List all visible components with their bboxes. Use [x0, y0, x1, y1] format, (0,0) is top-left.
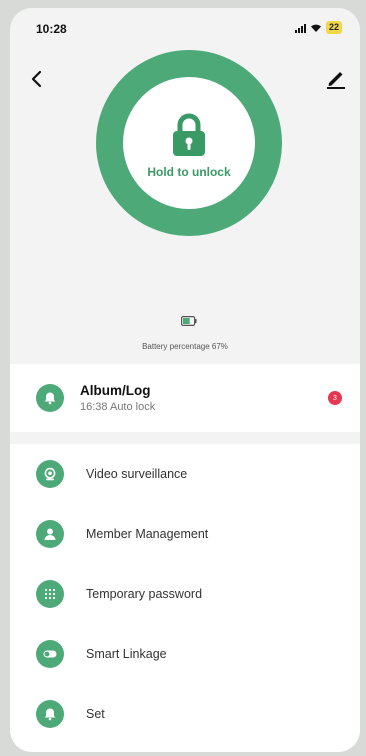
album-log-card: Album/Log 16:38 Auto lock 3	[10, 364, 360, 432]
battery-icon	[181, 316, 197, 326]
album-log-row[interactable]: Album/Log 16:38 Auto lock 3	[10, 364, 360, 432]
status-battery-badge: 22	[325, 21, 342, 34]
album-title: Album/Log	[80, 383, 151, 398]
menu-label: Set	[86, 707, 105, 721]
album-text: Album/Log 16:38 Auto lock	[80, 383, 155, 413]
status-icons: 22	[294, 21, 342, 34]
edit-pen-icon[interactable]	[324, 66, 348, 90]
menu-item-smart-linkage[interactable]: Smart Linkage	[10, 624, 360, 684]
status-time: 10:28	[36, 22, 67, 36]
menu-item-set[interactable]: Set	[10, 684, 360, 744]
bell-icon	[36, 700, 64, 728]
unlock-label: Hold to unlock	[147, 165, 231, 179]
menu-label: Member Management	[86, 527, 209, 541]
lock-ring-inner: Hold to unlock	[123, 77, 255, 209]
hold-to-unlock-button[interactable]: Hold to unlock	[123, 77, 255, 209]
lock-area: Hold to unlock Battery percentage 67%	[10, 50, 360, 364]
menu-item-member-management[interactable]: Member Management	[10, 504, 360, 564]
lock-ring: Hold to unlock	[96, 50, 282, 236]
status-bar: 10:28 22	[10, 8, 360, 48]
toggle-icon	[36, 640, 64, 668]
menu-card: Video surveillance Member Management Tem…	[10, 444, 360, 752]
menu-label: Video surveillance	[86, 467, 188, 481]
album-bell-icon	[36, 384, 64, 412]
battery-percentage-text: Battery percentage 67%	[142, 342, 228, 351]
camera-icon	[36, 460, 64, 488]
menu-label: Temporary password	[86, 587, 203, 601]
menu-item-temporary-password[interactable]: Temporary password	[10, 564, 360, 624]
unread-badge: 3	[328, 391, 342, 405]
menu-label: Smart Linkage	[86, 647, 167, 661]
person-icon	[36, 520, 64, 548]
album-subtitle: 16:38 Auto lock	[80, 401, 156, 413]
menu-item-video-surveillance[interactable]: Video surveillance	[10, 444, 360, 504]
wifi-icon	[310, 24, 321, 32]
phone-screen: 10:28 22 Smart Lock	[10, 8, 360, 752]
signal-icon	[294, 23, 306, 33]
keypad-icon	[36, 580, 64, 608]
padlock-icon	[173, 113, 205, 156]
